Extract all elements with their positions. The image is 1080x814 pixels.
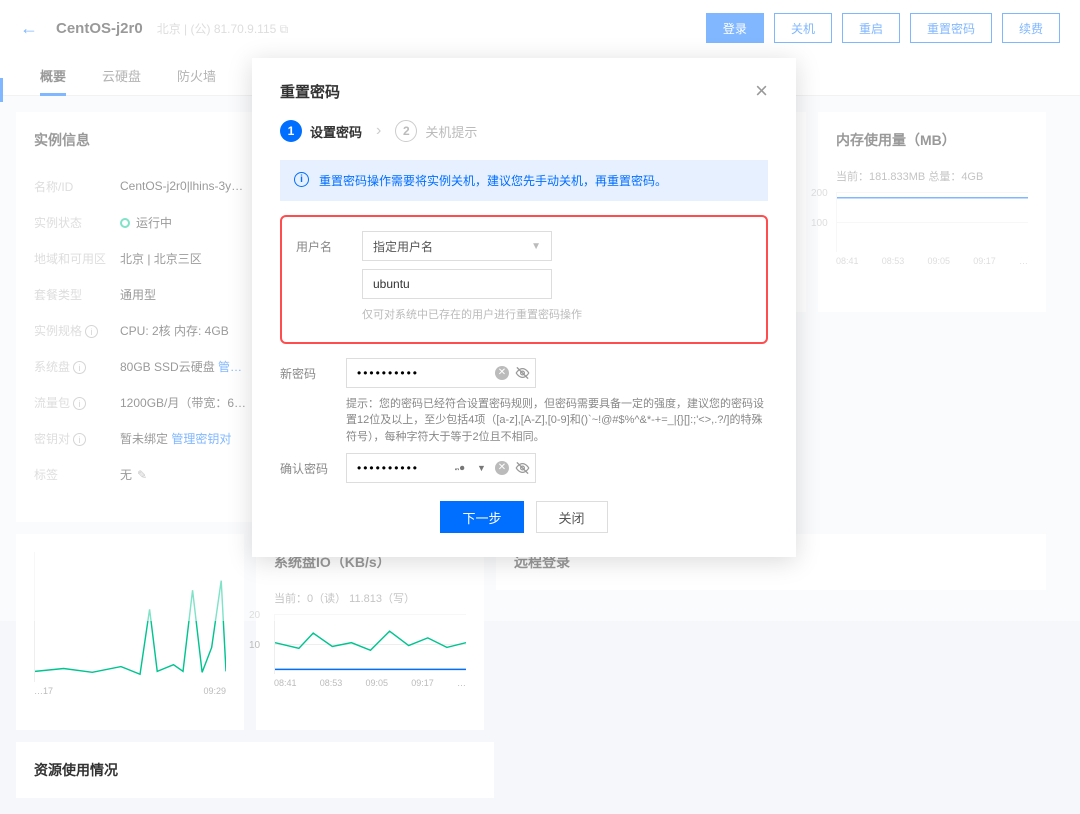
- eye-off-icon[interactable]: [515, 461, 530, 476]
- clear-input-icon[interactable]: ✕: [495, 366, 509, 380]
- chevron-down-icon: ▼: [531, 241, 541, 252]
- username-mode-select[interactable]: 指定用户名 ▼: [362, 231, 552, 261]
- io-chart-svg: [275, 614, 466, 671]
- close-icon[interactable]: ×: [755, 80, 768, 102]
- info-icon: i: [294, 172, 309, 187]
- username-mode-value: 指定用户名: [373, 238, 433, 255]
- resource-usage-panel: 资源使用情况: [16, 742, 494, 798]
- chevron-right-icon: ›: [376, 122, 381, 140]
- close-button[interactable]: 关闭: [536, 501, 608, 533]
- notice-text: 重置密码操作需要将实例关机，建议您先手动关机，再重置密码。: [319, 172, 667, 189]
- new-password-label: 新密码: [280, 358, 346, 382]
- step-1-label: 设置密码: [310, 122, 362, 141]
- username-hint: 仅可对系统中已存在的用户进行重置密码操作: [362, 307, 752, 324]
- reset-password-modal: 重置密码 × 1 设置密码 › 2 关机提示 i 重置密码操作需要将实例关机，建…: [252, 58, 796, 557]
- step-2-number: 2: [395, 120, 417, 142]
- resource-usage-title: 资源使用情况: [34, 760, 476, 780]
- next-button[interactable]: 下一步: [440, 501, 523, 533]
- confirm-password-label: 确认密码: [280, 453, 346, 477]
- username-label: 用户名: [296, 231, 362, 255]
- step-indicator: 1 设置密码 › 2 关机提示: [280, 120, 768, 142]
- username-input[interactable]: [362, 269, 552, 299]
- notice-banner: i 重置密码操作需要将实例关机，建议您先手动关机，再重置密码。: [280, 160, 768, 201]
- step-2-label: 关机提示: [425, 122, 477, 141]
- key-icon[interactable]: [453, 461, 468, 476]
- modal-title: 重置密码: [280, 81, 340, 102]
- step-1-number: 1: [280, 120, 302, 142]
- username-section-highlight: 用户名 指定用户名 ▼ 仅可对系统中已存在的用户进行重置密码操作: [280, 215, 768, 344]
- clear-input-icon[interactable]: ✕: [495, 461, 509, 475]
- caret-down-icon[interactable]: ▼: [474, 461, 489, 476]
- new-password-hint: 提示：您的密码已经符合设置密码规则，但密码需要具备一定的强度，建议您的密码设置1…: [346, 396, 768, 446]
- eye-off-icon[interactable]: [515, 365, 530, 380]
